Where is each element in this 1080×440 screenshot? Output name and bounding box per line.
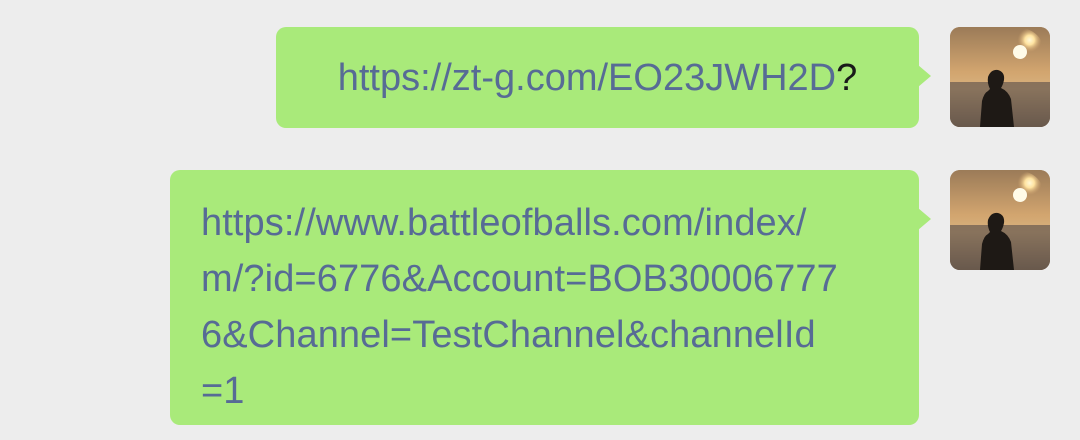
avatar[interactable] <box>950 27 1050 127</box>
chat-view: https://zt-g.com/EO23JWH2D? https://www.… <box>0 0 1080 440</box>
message-bubble[interactable]: https://www.battleofballs.com/index/ m/?… <box>170 170 931 425</box>
sunset-silhouette-avatar-icon <box>950 170 1050 270</box>
message-link-line[interactable]: https://www.battleofballs.com/index/ <box>201 195 889 251</box>
message-suffix: ? <box>836 56 858 99</box>
message-link-line[interactable]: m/?id=6776&Account=BOB30006777 <box>201 251 889 307</box>
message-bubble[interactable]: https://zt-g.com/EO23JWH2D? <box>276 27 931 128</box>
sunset-silhouette-avatar-icon <box>950 27 1050 127</box>
message-link[interactable]: https://zt-g.com/EO23JWH2D <box>338 59 836 97</box>
message-row: https://www.battleofballs.com/index/ m/?… <box>170 170 1050 425</box>
message-link-line[interactable]: =1 <box>201 363 889 419</box>
message-row: https://zt-g.com/EO23JWH2D? <box>276 27 1050 128</box>
message-link-line[interactable]: 6&Channel=TestChannel&channelId <box>201 307 889 363</box>
avatar[interactable] <box>950 170 1050 270</box>
